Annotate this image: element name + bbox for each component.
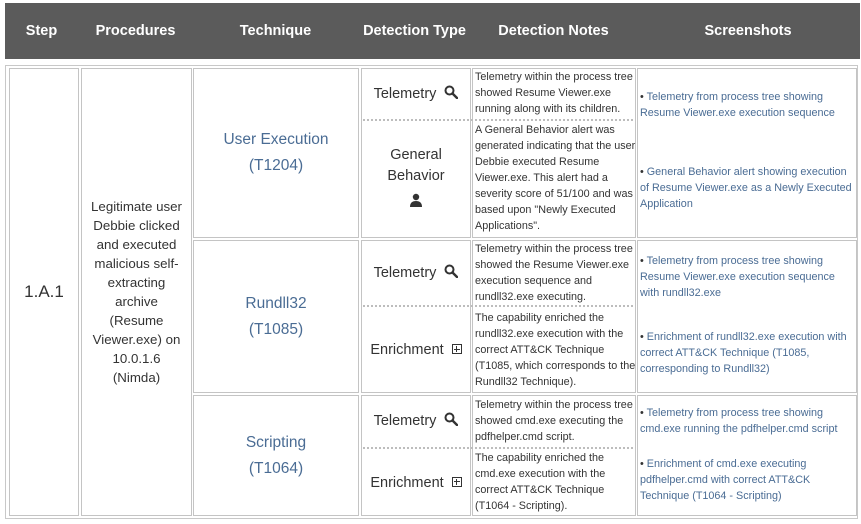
plus-box-icon (451, 342, 462, 358)
header-detection-type: Detection Type (363, 23, 466, 39)
header-detection-notes: Detection Notes (498, 23, 609, 39)
technique-id: (T1064) (248, 459, 304, 477)
detection-notes-text: Telemetry within the process tree showed… (475, 399, 633, 443)
procedure-text: Legitimate user Debbie clicked and execu… (91, 199, 182, 385)
detection-type-enrichment: Enrichment (361, 449, 471, 516)
detection-type-telemetry: Telemetry (361, 68, 471, 119)
technique-cell-rundll32: Rundll32 (T1085) (193, 240, 359, 393)
detection-type-telemetry: Telemetry (361, 395, 471, 447)
table-header: Step Procedures Technique Detection Type… (5, 3, 860, 59)
detection-type-label: Enrichment (370, 342, 444, 358)
detection-notes-text: The capability enriched the cmd.exe exec… (475, 452, 606, 512)
screenshot-link-text[interactable]: Enrichment of rundll32.exe execution wit… (640, 331, 847, 375)
technique-name: User Execution (223, 131, 329, 148)
header-step: Step (25, 23, 58, 39)
search-icon (444, 85, 459, 103)
screenshot-link-text[interactable]: Enrichment of cmd.exe executing pdfhelpe… (640, 458, 810, 502)
search-icon (444, 412, 459, 430)
detection-type-enrichment: Enrichment (361, 307, 471, 393)
screenshot-link[interactable]: • Enrichment of rundll32.exe execution w… (637, 329, 855, 377)
search-icon (444, 264, 459, 282)
step-cell: 1.A.1 (9, 68, 79, 516)
screenshot-link-text[interactable]: General Behavior alert showing execution… (640, 166, 852, 210)
detection-type-label: Behavior (387, 168, 445, 184)
detection-type-label: Telemetry (373, 264, 437, 281)
detection-notes-text: Telemetry within the process tree showed… (475, 71, 633, 115)
screenshot-link-text[interactable]: Telemetry from process tree showing cmd.… (640, 407, 837, 435)
technique-id: (T1085) (248, 320, 304, 338)
detection-type-label: Telemetry (373, 413, 437, 429)
detection-type-label: General (390, 147, 442, 163)
screenshot-link[interactable]: • General Behavior alert showing executi… (637, 164, 855, 212)
user-icon (409, 193, 423, 214)
technique-id: (T1204) (248, 157, 304, 174)
header-screenshots: Screenshots (704, 23, 792, 39)
detection-type-label: Telemetry (373, 85, 437, 102)
technique-cell-scripting: Scripting (T1064) (193, 395, 359, 516)
detection-notes-text: A General Behavior alert was generated i… (475, 124, 636, 232)
detection-type-telemetry: Telemetry (361, 240, 471, 305)
detection-notes-text: Telemetry within the process tree showed… (475, 243, 633, 303)
header-technique: Technique (239, 23, 312, 39)
plus-box-icon (451, 475, 462, 491)
technique-cell-user-execution: User Execution (T1204) (193, 68, 359, 238)
screenshot-link[interactable]: • Enrichment of cmd.exe executing pdfhel… (637, 456, 855, 504)
detection-type-label: Enrichment (370, 474, 444, 491)
procedure-cell: Legitimate user Debbie clicked and execu… (81, 68, 192, 516)
technique-name: Rundll32 (245, 294, 307, 312)
screenshot-link[interactable]: • Telemetry from process tree showing cm… (637, 405, 855, 437)
technique-name: Scripting (245, 433, 307, 451)
screenshot-link[interactable]: • Telemetry from process tree showing Re… (637, 89, 855, 121)
screenshot-link[interactable]: • Telemetry from process tree showing Re… (637, 253, 855, 301)
detection-type-general-behavior: General Behavior (361, 121, 471, 238)
header-procedures: Procedures (95, 23, 176, 39)
screenshot-link-text[interactable]: Telemetry from process tree showing Resu… (640, 255, 835, 299)
detection-notes-text: The capability enriched the rundll32.exe… (475, 312, 636, 388)
step-id: 1.A.1 (24, 282, 64, 301)
screenshot-link-text[interactable]: Telemetry from process tree showing Resu… (640, 91, 835, 119)
